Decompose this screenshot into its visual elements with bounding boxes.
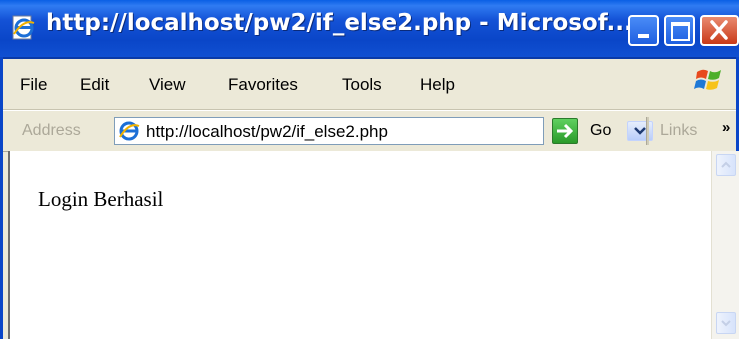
go-label[interactable]: Go (590, 122, 611, 140)
ie-page-icon (12, 15, 35, 40)
menu-view[interactable]: View (149, 75, 186, 95)
go-button[interactable] (552, 118, 578, 144)
menu-favorites[interactable]: Favorites (228, 75, 298, 95)
menu-tools[interactable]: Tools (342, 75, 382, 95)
chevron-down-icon (721, 320, 731, 327)
links-label[interactable]: Links (660, 122, 697, 140)
close-icon (710, 20, 728, 40)
arrow-right-icon (557, 123, 574, 139)
minimize-button[interactable] (628, 15, 659, 46)
title-bar[interactable]: http://localhost/pw2/if_else2.php - Micr… (0, 0, 739, 59)
vertical-scrollbar[interactable] (711, 151, 739, 339)
chevron-up-icon (721, 161, 731, 168)
menu-help[interactable]: Help (420, 75, 455, 95)
menu-bar: File Edit View Favorites Tools Help (0, 59, 739, 110)
page-text: Login Berhasil (38, 187, 164, 211)
address-label: Address (22, 122, 81, 139)
window-title: http://localhost/pw2/if_else2.php - Micr… (46, 10, 633, 36)
menu-edit[interactable]: Edit (80, 75, 109, 95)
scroll-down-button[interactable] (716, 312, 736, 334)
address-input[interactable]: http://localhost/pw2/if_else2.php (114, 117, 653, 145)
menu-file[interactable]: File (20, 75, 47, 95)
maximize-button[interactable] (664, 15, 695, 46)
more-links-chevron[interactable]: » (722, 119, 730, 136)
address-dropdown-button[interactable] (627, 121, 653, 141)
window-border-left (0, 57, 3, 339)
toolbar-separator (646, 117, 649, 145)
browser-window: http://localhost/pw2/if_else2.php - Micr… (0, 0, 739, 339)
windows-flag-logo (694, 69, 721, 90)
scroll-up-button[interactable] (716, 154, 736, 176)
ie-icon (119, 121, 140, 141)
page-content: Login Berhasil (8, 151, 732, 339)
close-button[interactable] (700, 15, 739, 46)
address-bar: Address http://localhost/pw2/if_else2.ph… (0, 110, 739, 152)
address-url: http://localhost/pw2/if_else2.php (146, 122, 388, 141)
